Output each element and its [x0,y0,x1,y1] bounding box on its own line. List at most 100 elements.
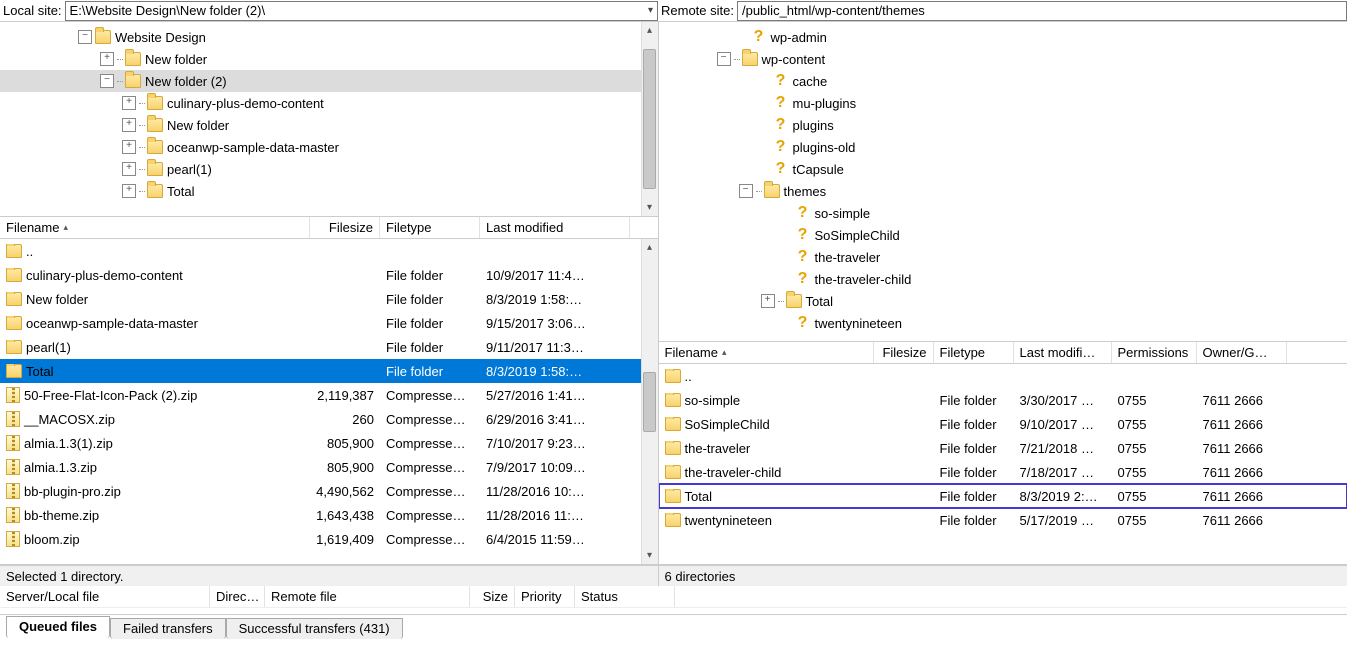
expand-icon[interactable]: + [122,162,136,176]
tree-item[interactable]: −themes [659,180,1347,202]
chevron-down-icon[interactable]: ▾ [648,5,653,16]
tree-item[interactable]: ?the-traveler [659,246,1347,268]
column-header-type[interactable]: Filetype [934,342,1014,363]
column-header-name[interactable]: Filename▴ [0,217,310,238]
tree-item[interactable]: + Total [659,290,1347,312]
tree-item[interactable]: ?mu-plugins [659,92,1347,114]
cell-perm: 0755 [1112,393,1197,408]
column-header-size[interactable]: Size [470,586,515,607]
list-row[interactable]: almia.1.3(1).zip805,900Compresse…7/10/20… [0,431,658,455]
tree-item[interactable]: +New folder [0,114,658,136]
scroll-down-icon[interactable]: ▾ [647,547,652,564]
collapse-icon[interactable]: − [78,30,92,44]
list-row[interactable]: __MACOSX.zip260Compresse…6/29/2016 3:41… [0,407,658,431]
tree-item[interactable]: +Total [0,180,658,202]
tree-item[interactable]: ?plugins [659,114,1347,136]
tree-item[interactable]: ?plugins-old [659,136,1347,158]
column-header-mod[interactable]: Last modified [480,217,630,238]
expand-icon[interactable]: + [122,140,136,154]
tab-queued-files[interactable]: Queued files [6,616,110,638]
column-header-status[interactable]: Status [575,586,675,607]
tree-item[interactable]: +culinary-plus-demo-content [0,92,658,114]
list-row[interactable]: twentynineteenFile folder5/17/2019 …0755… [659,508,1347,532]
tree-item[interactable]: −New folder (2) [0,70,658,92]
cell-size: 260 [310,412,380,427]
tree-item-label: Total [806,294,833,309]
list-row[interactable]: 50-Free-Flat-Icon-Pack (2).zip2,119,387C… [0,383,658,407]
list-row[interactable]: .. [659,364,1347,388]
local-path-input[interactable]: E:\Website Design\New folder (2)\ ▾ [65,1,658,21]
scrollbar[interactable]: ▴ ▾ [641,22,658,216]
column-header-perm[interactable]: Permissions [1112,342,1197,363]
tree-item[interactable]: ?twentynineteen [659,312,1347,334]
tree-item[interactable]: ?so-simple [659,202,1347,224]
tree-item[interactable]: ?the-traveler-child [659,268,1347,290]
expand-icon[interactable]: + [122,184,136,198]
column-header-size[interactable]: Filesize [310,217,380,238]
list-row[interactable]: TotalFile folder8/3/2019 2:…07557611 266… [659,484,1347,508]
column-header-remotefile[interactable]: Remote file [265,586,470,607]
list-row[interactable]: bloom.zip1,619,409Compresse…6/4/2015 11:… [0,527,658,551]
unknown-icon: ? [795,227,811,243]
folder-icon [147,118,163,132]
column-header-type[interactable]: Filetype [380,217,480,238]
list-row[interactable]: .. [0,239,658,263]
column-header-mod[interactable]: Last modifi… [1014,342,1112,363]
list-row[interactable]: SoSimpleChildFile folder9/10/2017 …07557… [659,412,1347,436]
transfer-queue-header[interactable]: Server/Local fileDirec…Remote fileSizePr… [0,586,1347,608]
expand-icon[interactable]: + [100,52,114,66]
column-header-owner[interactable]: Owner/G… [1197,342,1287,363]
tree-item[interactable]: ?cache [659,70,1347,92]
tree-item[interactable]: +New folder [0,48,658,70]
list-row[interactable]: almia.1.3.zip805,900Compresse…7/9/2017 1… [0,455,658,479]
column-header-direc[interactable]: Direc… [210,586,265,607]
local-tree[interactable]: −Website Design+New folder−New folder (2… [0,22,658,217]
column-header-priority[interactable]: Priority [515,586,575,607]
list-row[interactable]: culinary-plus-demo-contentFile folder10/… [0,263,658,287]
collapse-icon[interactable]: − [739,184,753,198]
list-row[interactable]: bb-plugin-pro.zip4,490,562Compresse…11/2… [0,479,658,503]
file-name: twentynineteen [659,513,874,528]
expand-icon[interactable]: + [761,294,775,308]
expand-icon[interactable]: + [122,118,136,132]
remote-tree[interactable]: ?wp-admin−wp-content?cache?mu-plugins?pl… [659,22,1347,342]
remote-path-input[interactable]: /public_html/wp-content/themes [737,1,1347,21]
column-header-serverlocalfile[interactable]: Server/Local file [0,586,210,607]
scroll-up-icon[interactable]: ▴ [647,239,652,256]
cell-type: File folder [934,417,1014,432]
scroll-thumb[interactable] [643,49,656,189]
scrollbar[interactable]: ▴ ▾ [641,239,658,564]
remote-file-list[interactable]: ..so-simpleFile folder3/30/2017 …0755761… [659,364,1347,565]
list-row[interactable]: the-travelerFile folder7/21/2018 …075576… [659,436,1347,460]
folder-icon [665,465,681,479]
collapse-icon[interactable]: − [100,74,114,88]
list-row[interactable]: New folderFile folder8/3/2019 1:58:… [0,287,658,311]
expand-icon[interactable]: + [122,96,136,110]
bottom-tabs[interactable]: Queued filesFailed transfersSuccessful t… [0,614,1347,638]
tab-failed-transfers[interactable]: Failed transfers [110,618,226,639]
column-header-name[interactable]: Filename▴ [659,342,874,363]
tree-item[interactable]: ?SoSimpleChild [659,224,1347,246]
tree-item[interactable]: +pearl(1) [0,158,658,180]
tree-item[interactable]: ?wp-admin [659,26,1347,48]
scroll-up-icon[interactable]: ▴ [647,22,652,39]
list-row[interactable]: TotalFile folder8/3/2019 1:58:… [0,359,658,383]
tree-item[interactable]: +oceanwp-sample-data-master [0,136,658,158]
scroll-thumb[interactable] [643,372,656,432]
tree-item[interactable]: −wp-content [659,48,1347,70]
local-file-list[interactable]: .. culinary-plus-demo-contentFile folder1… [0,239,658,565]
list-row[interactable]: bb-theme.zip1,643,438Compresse…11/28/201… [0,503,658,527]
remote-list-header[interactable]: Filename▴FilesizeFiletypeLast modifi…Per… [659,342,1347,364]
collapse-icon[interactable]: − [717,52,731,66]
local-list-header[interactable]: Filename▴FilesizeFiletypeLast modified [0,217,658,239]
tree-item[interactable]: −Website Design [0,26,658,48]
list-row[interactable]: pearl(1)File folder9/11/2017 11:3… [0,335,658,359]
list-row[interactable]: so-simpleFile folder3/30/2017 …07557611 … [659,388,1347,412]
tree-item[interactable]: ?tCapsule [659,158,1347,180]
list-row[interactable]: the-traveler-childFile folder7/18/2017 …… [659,460,1347,484]
file-name: .. [0,244,310,259]
scroll-down-icon[interactable]: ▾ [647,199,652,216]
column-header-size[interactable]: Filesize [874,342,934,363]
tab-successful-transfers------[interactable]: Successful transfers (431) [226,618,403,639]
list-row[interactable]: oceanwp-sample-data-masterFile folder9/1… [0,311,658,335]
